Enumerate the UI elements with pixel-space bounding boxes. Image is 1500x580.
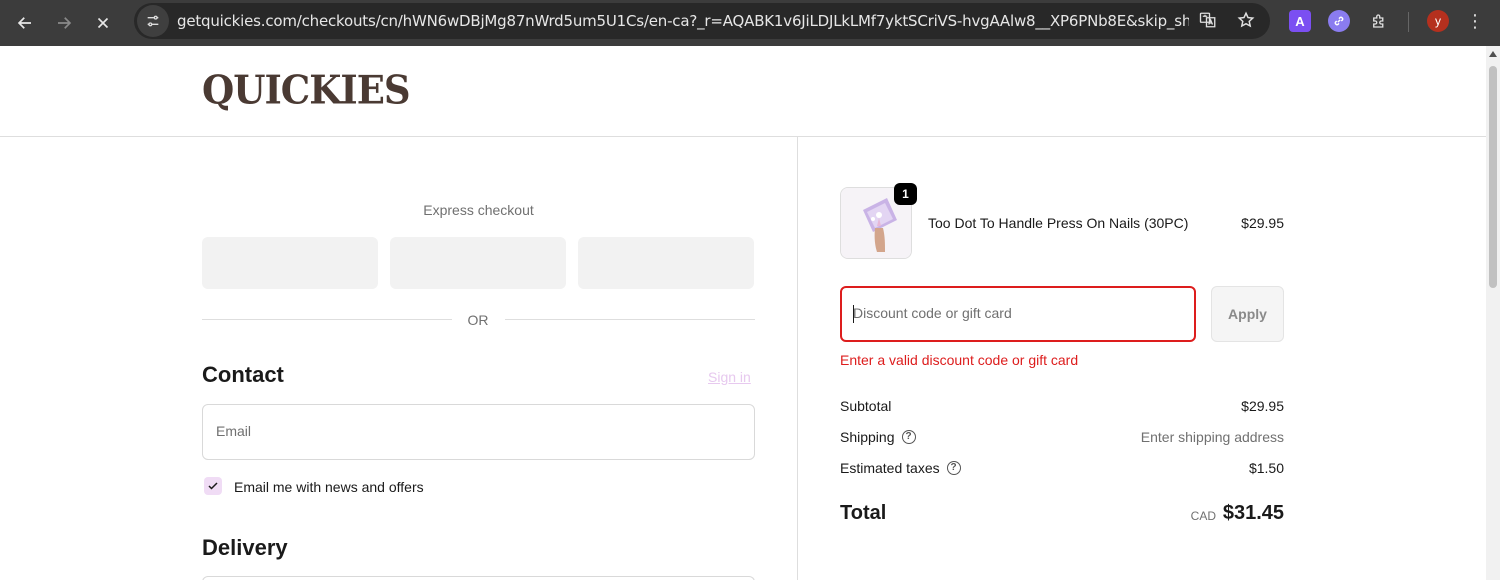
express-checkout-title: Express checkout <box>423 202 534 218</box>
checkmark-icon <box>208 482 218 490</box>
contact-heading: Contact <box>202 362 284 387</box>
shipping-value: Enter shipping address <box>1140 429 1284 445</box>
total-label: Total <box>840 502 887 524</box>
browser-menu-icon[interactable]: ⋮ <box>1466 9 1484 33</box>
subtotal-value: $29.95 <box>1241 398 1284 414</box>
or-label: OR <box>467 312 489 328</box>
or-line-left <box>202 319 452 320</box>
or-line-right <box>505 319 755 320</box>
newsletter-label[interactable]: Email me with news and offers <box>234 479 424 495</box>
taxes-value: $1.50 <box>1248 460 1284 476</box>
checkout-page: QUICKIES Express checkout OR Contact Sig… <box>0 46 1486 580</box>
express-button-2[interactable] <box>390 237 566 289</box>
or-divider: OR <box>202 310 755 330</box>
discount-input[interactable] <box>853 305 1173 321</box>
column-divider <box>797 137 798 580</box>
translate-icon[interactable] <box>1198 10 1218 30</box>
quickies-logo[interactable]: QUICKIES <box>202 67 411 113</box>
product-name: Too Dot To Handle Press On Nails (30PC) <box>928 215 1189 231</box>
site-info-icon[interactable] <box>137 5 169 37</box>
email-field[interactable] <box>202 404 755 460</box>
shipping-label: Shipping ? <box>840 429 916 445</box>
extension-link-icon[interactable] <box>1328 10 1350 32</box>
stop-loading-icon[interactable] <box>83 3 123 43</box>
newsletter-checkbox[interactable] <box>204 477 222 495</box>
sign-in-link[interactable]: Sign in <box>708 369 751 385</box>
back-icon[interactable] <box>5 3 45 43</box>
taxes-label-text: Estimated taxes <box>840 460 940 476</box>
delivery-country-field[interactable] <box>202 576 755 580</box>
taxes-label: Estimated taxes ? <box>840 460 961 476</box>
discount-field[interactable] <box>840 286 1196 342</box>
total-value: $31.45 <box>1222 502 1284 524</box>
scrollbar-thumb[interactable] <box>1489 66 1497 288</box>
forward-icon[interactable] <box>44 3 84 43</box>
profile-avatar[interactable]: y <box>1427 10 1449 32</box>
text-caret <box>853 305 854 323</box>
subtotal-label-text: Subtotal <box>840 398 892 414</box>
apply-discount-button[interactable]: Apply <box>1211 286 1284 342</box>
extensions-puzzle-icon[interactable] <box>1368 10 1390 32</box>
email-input[interactable] <box>216 423 736 439</box>
subtotal-label: Subtotal <box>840 398 891 414</box>
browser-toolbar: getquickies.com/checkouts/cn/hWN6wDBjMg8… <box>0 0 1500 46</box>
shipping-help-icon[interactable]: ? <box>901 430 916 444</box>
express-button-1[interactable] <box>202 237 378 289</box>
shipping-label-text: Shipping <box>840 429 895 445</box>
total-currency: CAD <box>1190 509 1216 523</box>
shop-header: QUICKIES <box>0 46 1486 137</box>
address-bar[interactable]: getquickies.com/checkouts/cn/hWN6wDBjMg8… <box>134 3 1270 39</box>
delivery-heading: Delivery <box>202 535 288 560</box>
discount-error-message: Enter a valid discount code or gift card <box>840 352 1079 368</box>
product-price: $29.95 <box>1241 215 1284 231</box>
scroll-up-arrow-icon[interactable] <box>1489 51 1497 57</box>
express-button-3[interactable] <box>578 237 754 289</box>
page-scrollbar[interactable] <box>1486 46 1500 580</box>
bookmark-star-icon[interactable] <box>1236 10 1256 30</box>
extension-a-icon[interactable]: A <box>1289 10 1311 32</box>
taxes-help-icon[interactable]: ? <box>946 461 961 475</box>
toolbar-separator <box>1408 12 1409 32</box>
url-text[interactable]: getquickies.com/checkouts/cn/hWN6wDBjMg8… <box>177 12 1189 30</box>
quantity-badge: 1 <box>894 183 917 205</box>
